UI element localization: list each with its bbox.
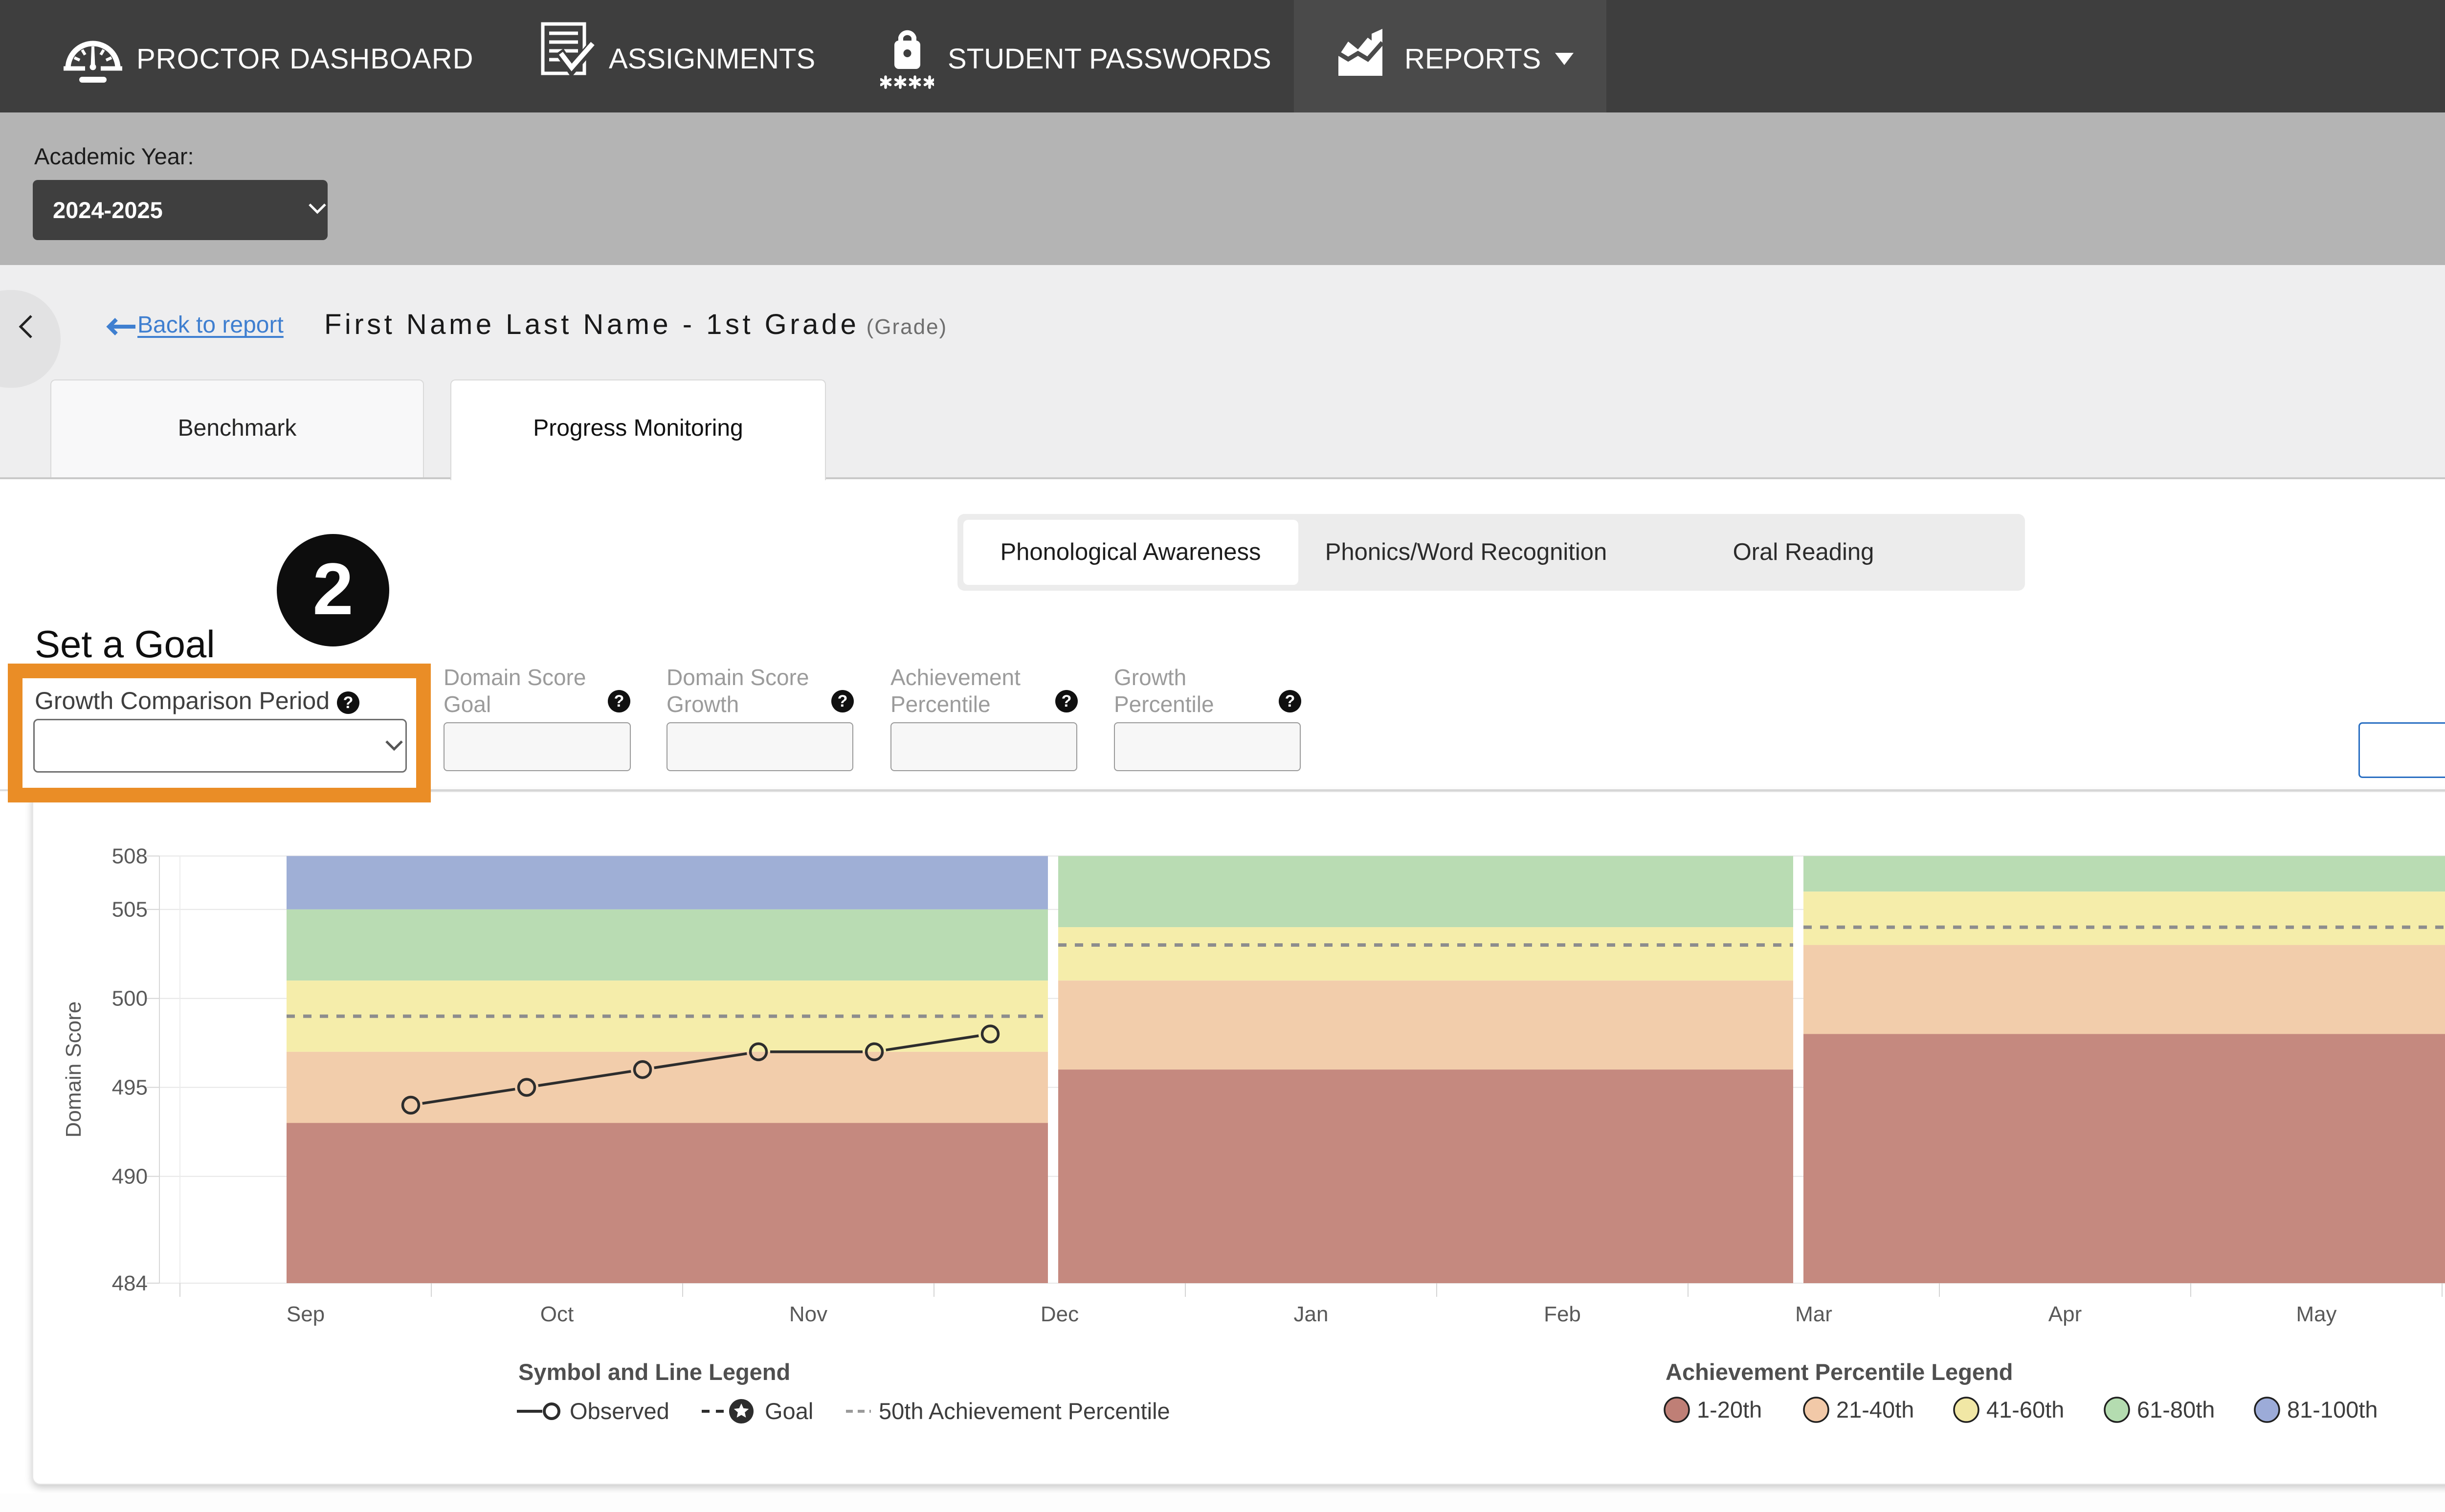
- svg-text:Oct: Oct: [540, 1302, 574, 1326]
- svg-text:495: 495: [112, 1076, 148, 1100]
- svg-text:505: 505: [112, 898, 148, 922]
- svg-text:Domain Score: Domain Score: [62, 1001, 86, 1138]
- svg-text:Dec: Dec: [1041, 1302, 1079, 1326]
- svg-text:Achievement Percentile Legend: Achievement Percentile Legend: [1666, 1359, 2013, 1385]
- svg-text:484: 484: [112, 1271, 148, 1295]
- svg-text:Observed: Observed: [570, 1398, 669, 1424]
- svg-text:Apr: Apr: [2048, 1302, 2082, 1326]
- svg-text:41-60th: 41-60th: [1986, 1397, 2064, 1423]
- svg-text:21-40th: 21-40th: [1836, 1397, 1914, 1423]
- svg-text:500: 500: [112, 987, 148, 1011]
- svg-text:May: May: [2296, 1302, 2336, 1326]
- svg-text:Symbol and Line Legend: Symbol and Line Legend: [518, 1359, 790, 1385]
- svg-text:Jan: Jan: [1294, 1302, 1329, 1326]
- svg-text:61-80th: 61-80th: [2137, 1397, 2215, 1423]
- svg-text:Goal: Goal: [765, 1398, 813, 1424]
- svg-text:1-20th: 1-20th: [1697, 1397, 1762, 1423]
- svg-text:508: 508: [112, 845, 148, 868]
- svg-text:50th Achievement Percentile: 50th Achievement Percentile: [879, 1398, 1170, 1424]
- svg-text:490: 490: [112, 1165, 148, 1189]
- svg-text:Mar: Mar: [1795, 1302, 1832, 1326]
- svg-text:81-100th: 81-100th: [2287, 1397, 2378, 1423]
- svg-text:Sep: Sep: [287, 1302, 325, 1326]
- svg-text:Nov: Nov: [789, 1302, 827, 1326]
- svg-text:Feb: Feb: [1544, 1302, 1581, 1326]
